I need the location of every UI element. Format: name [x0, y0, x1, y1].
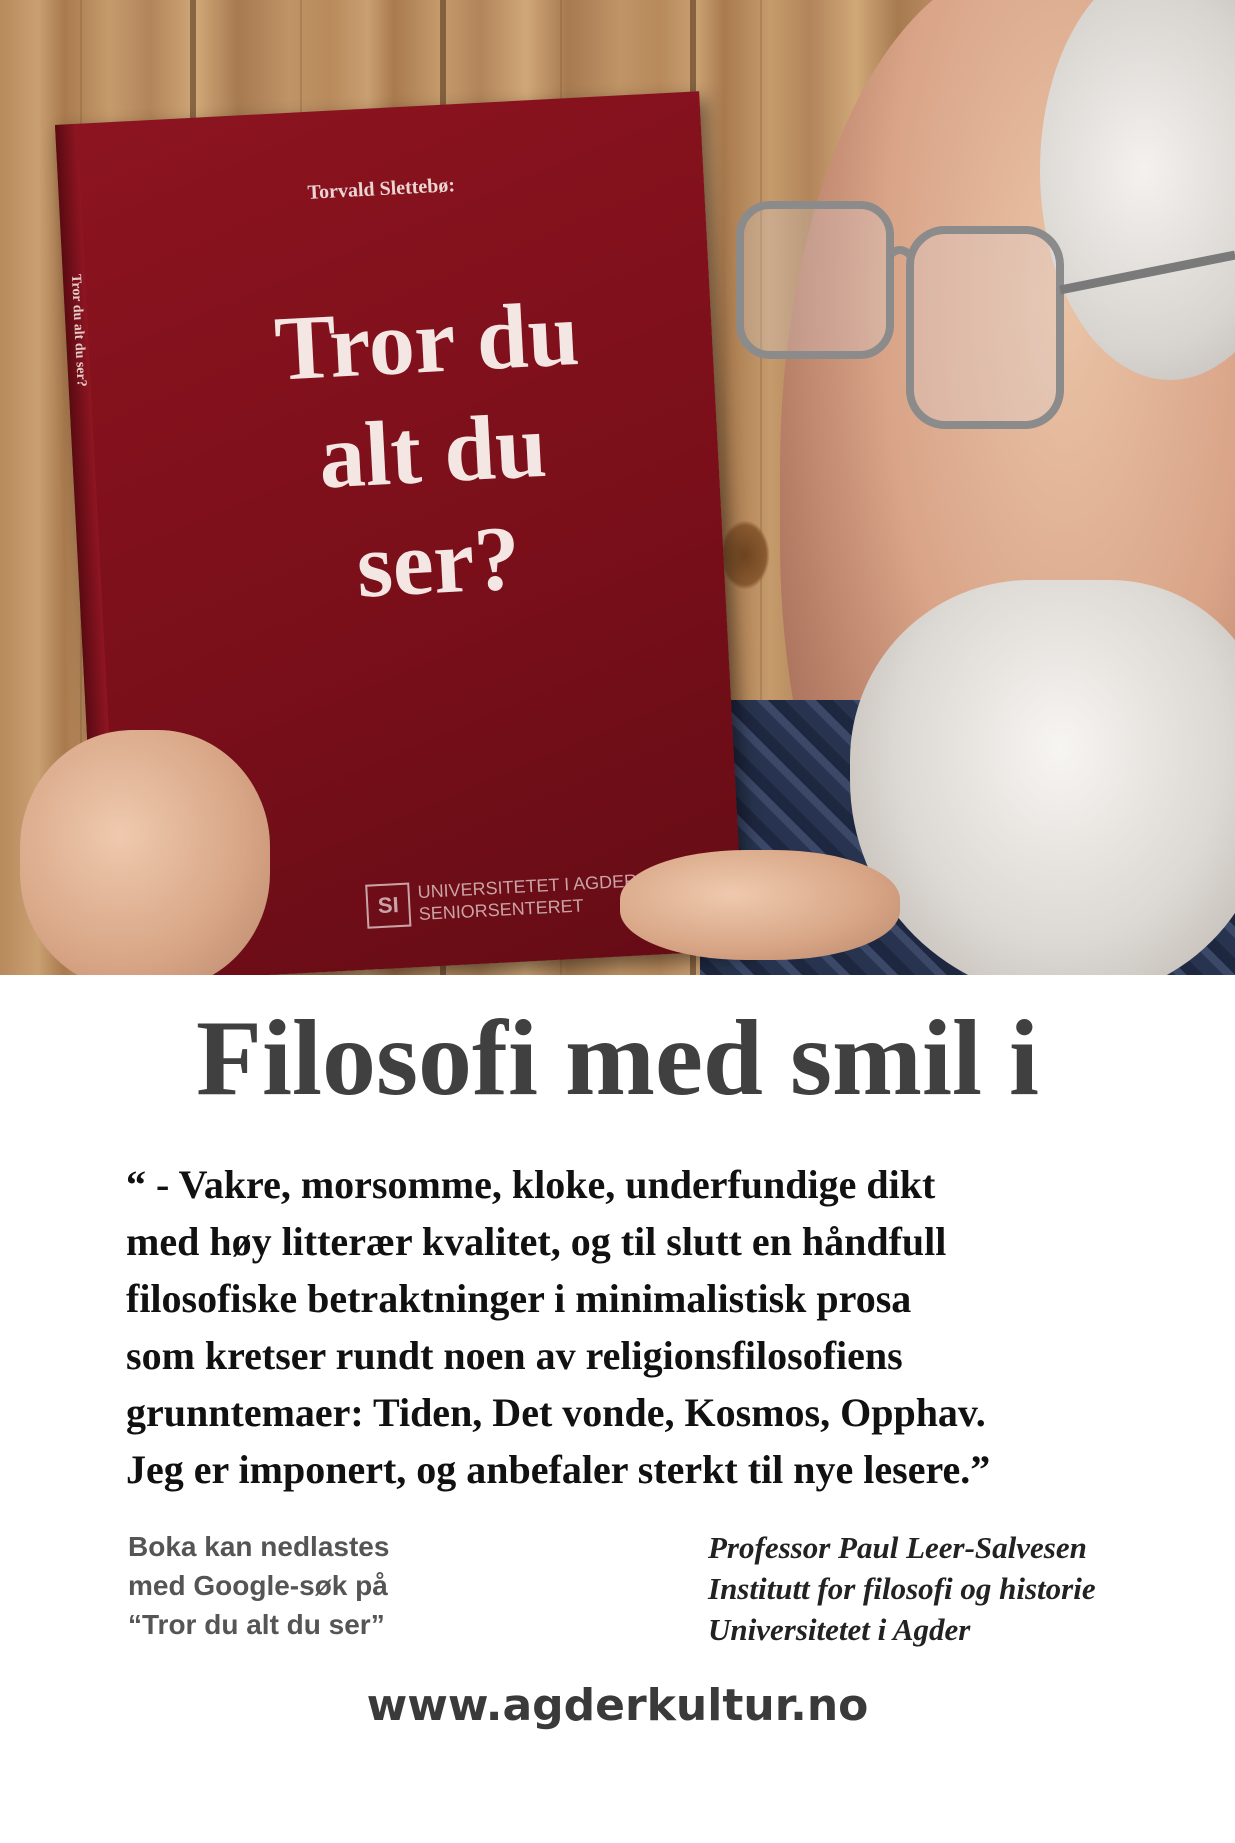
left-hand: [20, 730, 270, 975]
quote-line: “ - Vakre, morsomme, kloke, underfundige…: [126, 1162, 936, 1207]
attribution-institute: Institutt for filosofi og historie: [708, 1571, 1096, 1606]
attribution-name: Professor Paul Leer-Salvesen: [708, 1530, 1087, 1565]
book-title-line: ser?: [354, 506, 523, 617]
cover-photo: Tror du alt du ser? Torvald Slettebø: Tr…: [0, 0, 1235, 975]
download-line: Boka kan nedlastes: [128, 1531, 390, 1562]
book-title: Tror du alt du ser?: [194, 274, 671, 629]
wood-knot: [720, 520, 770, 590]
download-line: “Tror du alt du ser”: [128, 1609, 385, 1640]
attribution-university: Universitetet i Agder: [708, 1612, 971, 1647]
quote-attribution: Professor Paul Leer-Salvesen Institutt f…: [708, 1527, 1096, 1650]
quote-line: filosofiske betraktninger i minimalistis…: [126, 1276, 912, 1321]
quote-line: grunntemaer: Tiden, Det vonde, Kosmos, O…: [126, 1390, 986, 1435]
book-author: Torvald Slettebø:: [307, 174, 456, 204]
quote-line: Jeg er imponert, og anbefaler sterkt til…: [126, 1447, 991, 1492]
download-line: med Google-søk på: [128, 1570, 388, 1601]
review-quote: “ - Vakre, morsomme, kloke, underfundige…: [126, 1156, 1186, 1498]
website-link[interactable]: www.agderkultur.no: [0, 1680, 1235, 1731]
quote-line: med høy litterær kvalitet, og til slutt …: [126, 1219, 947, 1264]
download-note: Boka kan nedlastes med Google-søk på “Tr…: [128, 1527, 389, 1644]
quote-line: som kretser rundt noen av religionsfilos…: [126, 1333, 903, 1378]
headline: Filosofi med smil i: [196, 999, 1039, 1118]
glasses-icon: [736, 201, 1235, 429]
right-hand-thumb: [620, 850, 900, 960]
publisher-logo: SI UNIVERSITETET I AGDER SENIORSENTERET: [365, 871, 639, 929]
man-beard: [850, 580, 1235, 975]
publisher-logo-icon: SI: [365, 882, 412, 929]
book-spine-text: Tror du alt du ser?: [67, 273, 89, 388]
